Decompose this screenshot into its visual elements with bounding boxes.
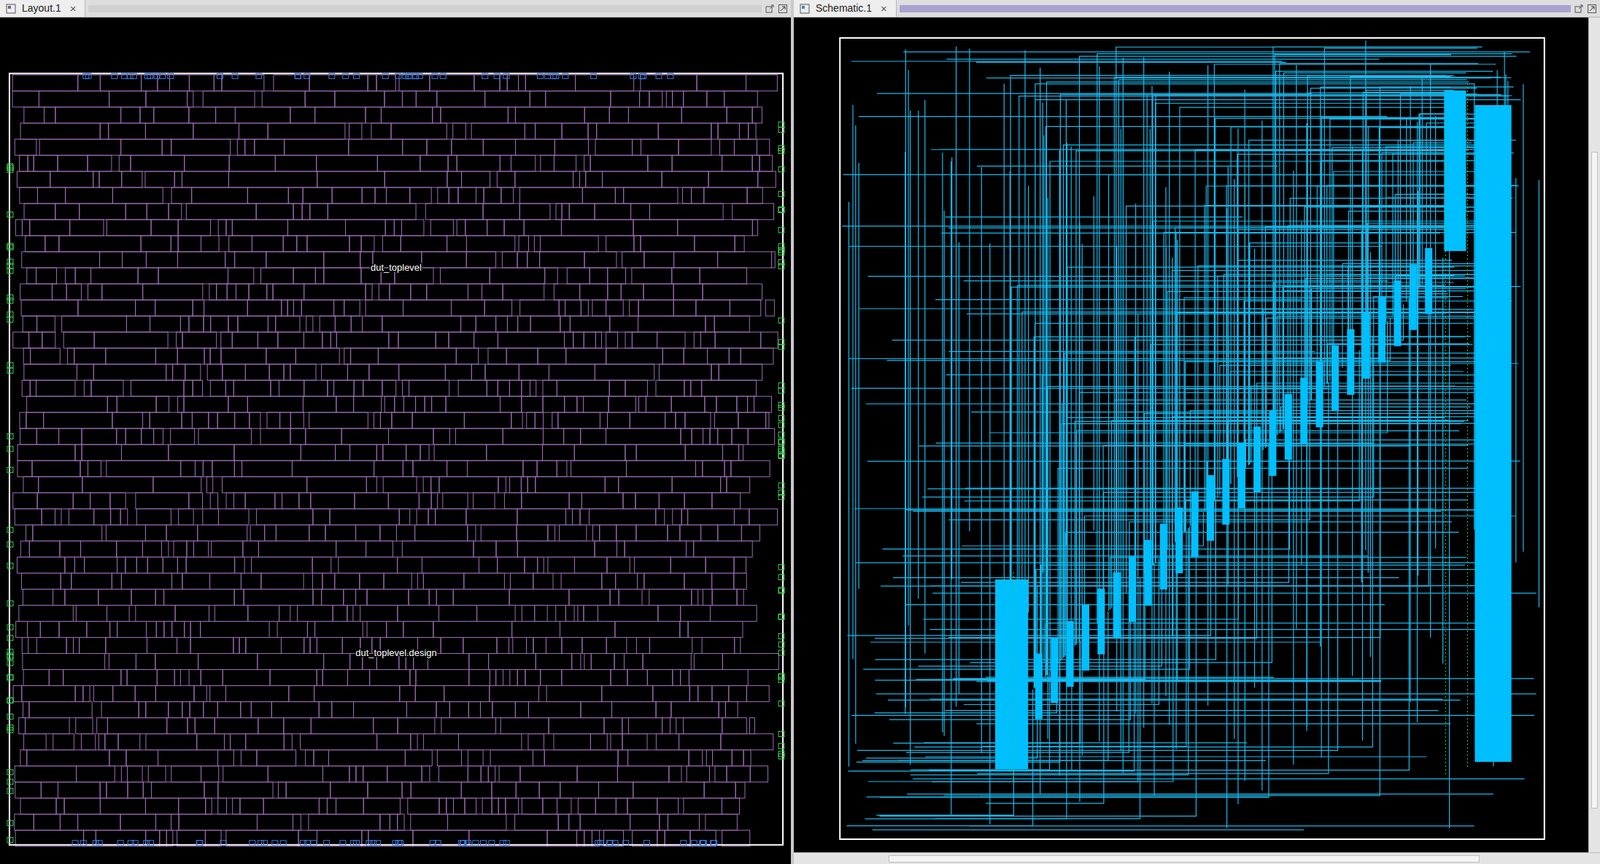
layout-panel: Layout.1 × dut_toplevel dut_toplevel.design — [0, 0, 794, 864]
panel-header: Schematic.1 × — [793, 0, 1600, 18]
maximize-icon[interactable] — [1586, 3, 1598, 14]
detach-icon[interactable] — [764, 3, 775, 14]
scroll-thumb[interactable] — [888, 855, 1480, 863]
tab-title: Layout.1 — [21, 0, 62, 17]
panel-header: Layout.1 × — [0, 0, 791, 18]
header-fill — [88, 5, 762, 13]
header-controls — [1573, 3, 1600, 14]
horizontal-scrollbar[interactable] — [793, 852, 1600, 864]
header-controls — [764, 3, 791, 14]
tab-title: Schematic.1 — [815, 0, 872, 17]
schematic-canvas[interactable] — [793, 17, 1589, 853]
schematic-icon — [799, 3, 810, 14]
layout-label: dut_toplevel.design — [355, 646, 437, 658]
app: Layout.1 × dut_toplevel dut_toplevel.design… — [0, 0, 1600, 864]
detach-icon[interactable] — [1573, 3, 1584, 14]
scroll-thumb[interactable] — [1591, 151, 1598, 809]
header-fill — [899, 5, 1571, 13]
panel-tab[interactable]: Schematic.1 × — [793, 0, 897, 17]
panel-tab[interactable]: Layout.1 × — [0, 0, 86, 17]
schematic-drawing — [793, 17, 1589, 853]
layout-icon — [5, 3, 17, 14]
tab-close-button[interactable]: × — [877, 2, 891, 14]
vertical-scrollbar[interactable] — [1588, 17, 1600, 853]
maximize-icon[interactable] — [777, 3, 788, 14]
layout-drawing: dut_toplevel dut_toplevel.design — [0, 17, 791, 864]
layout-canvas[interactable]: dut_toplevel dut_toplevel.design — [0, 17, 791, 864]
schematic-panel: Schematic.1 × — [793, 0, 1600, 864]
tab-close-button[interactable]: × — [67, 2, 80, 14]
layout-label: dut_toplevel — [370, 261, 422, 273]
